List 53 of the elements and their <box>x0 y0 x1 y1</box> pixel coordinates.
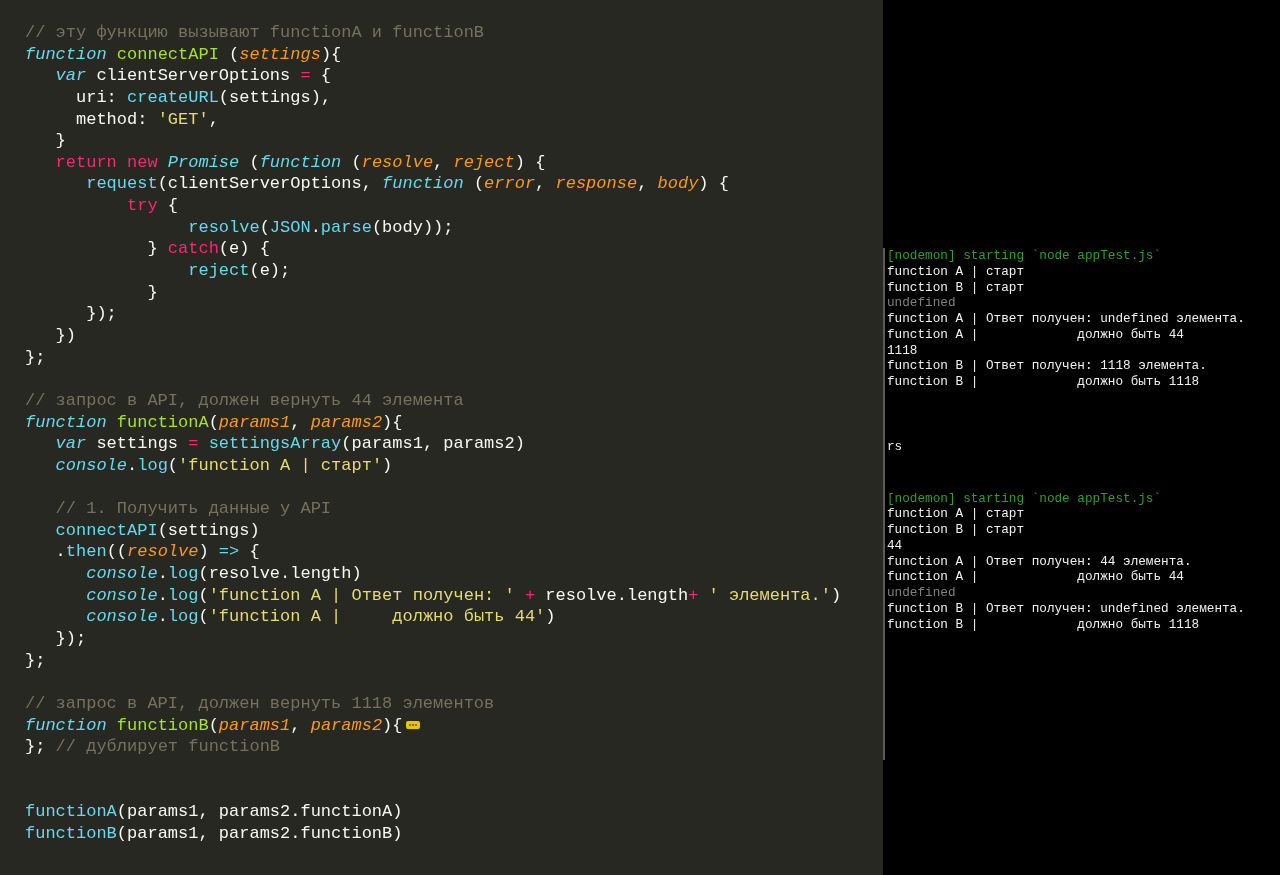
code-line: }); <box>85 303 117 325</box>
code-line: connectAPI(settings) <box>54 519 260 542</box>
code-line: functionA(params1, params2.functionA) <box>25 801 403 823</box>
code-line: }) <box>54 324 76 347</box>
fold-marker-icon[interactable] <box>405 721 420 730</box>
terminal-line: 44 <box>887 537 904 554</box>
terminal-line: rs <box>887 438 904 455</box>
code-line: function functionA(params1, params2){ <box>25 411 403 434</box>
code-line: functionB(params1, params2.functionB) <box>25 822 403 845</box>
terminal-line: function A | Ответ получен: 44 элемента. <box>887 553 1193 570</box>
code-line: // эту функцию вызывают functionA и functionB <box>25 22 485 44</box>
terminal-line: [nodemon] starting `node appTest.js` <box>887 248 1163 264</box>
code-line: } <box>54 130 66 152</box>
code-line: console.log('function A | старт') <box>54 454 393 477</box>
code-line: console.log('function A | Ответ получен: ' + resolve.length+ ' элемента.') <box>85 584 842 607</box>
code-line: reject(e); <box>187 260 291 282</box>
code-line: resolve(JSON.parse(body)); <box>187 216 454 239</box>
code-line: function functionB(params1, params2){ <box>25 714 403 737</box>
terminal-line: function B | Ответ получен: 1118 элемента. <box>887 358 1208 374</box>
code-line: request(clientServerOptions, function (error, response, body) { <box>85 173 729 196</box>
code-line: uri: createURL(settings), <box>75 86 332 109</box>
terminal-line: function A | старт <box>887 263 1026 280</box>
code-line: // запрос в API, должен вернуть 44 элемента <box>25 389 464 412</box>
code-line: } <box>146 281 158 304</box>
code-line: console.log('function A | должно быть 44') <box>85 606 556 628</box>
code-line: console.log(resolve.length) <box>85 563 362 585</box>
code-line: .then((resolve) => { <box>54 541 260 564</box>
terminal-line: undefined <box>887 585 957 601</box>
terminal-line: [nodemon] starting `node appTest.js` <box>887 490 1163 507</box>
code-line: return new Promise (function (resolve, reject) { <box>54 151 546 174</box>
terminal-line: function B | должно быть 1118 <box>887 374 1201 390</box>
code-line: try { <box>126 195 179 217</box>
code-line: }); <box>54 627 87 650</box>
terminal-line: function B | должно быть 1118 <box>887 616 1201 633</box>
code-line: method: 'GET', <box>75 108 219 131</box>
code-line: var settings = settingsArray(params1, params2) <box>54 433 525 455</box>
code-line: var clientServerOptions = { <box>54 65 332 87</box>
terminal-line: function A | должно быть 44 <box>887 326 1185 343</box>
terminal-line: function B | Ответ получен: undefined элемента. <box>887 600 1246 617</box>
terminal-line: function A | должно быть 44 <box>887 569 1185 585</box>
code-line: function connectAPI (settings){ <box>25 43 342 66</box>
code-line: } catch(e) { <box>146 238 270 261</box>
code-line: }; <box>25 649 46 672</box>
code-line: // 1. Получить данные у API <box>54 498 332 520</box>
terminal-line: undefined <box>887 295 957 311</box>
terminal-line: function B | старт <box>887 279 1026 296</box>
terminal-line: 1118 <box>887 342 919 359</box>
code-line: // запрос в API, должен вернуть 1118 элементов <box>25 692 495 715</box>
terminal-line: function B | старт <box>887 522 1026 538</box>
code-line: }; // дублирует functionB <box>25 736 281 758</box>
terminal-line: function A | старт <box>887 506 1026 522</box>
code-line: }; <box>25 346 46 369</box>
terminal-line: function A | Ответ получен: undefined элемента. <box>887 311 1246 327</box>
